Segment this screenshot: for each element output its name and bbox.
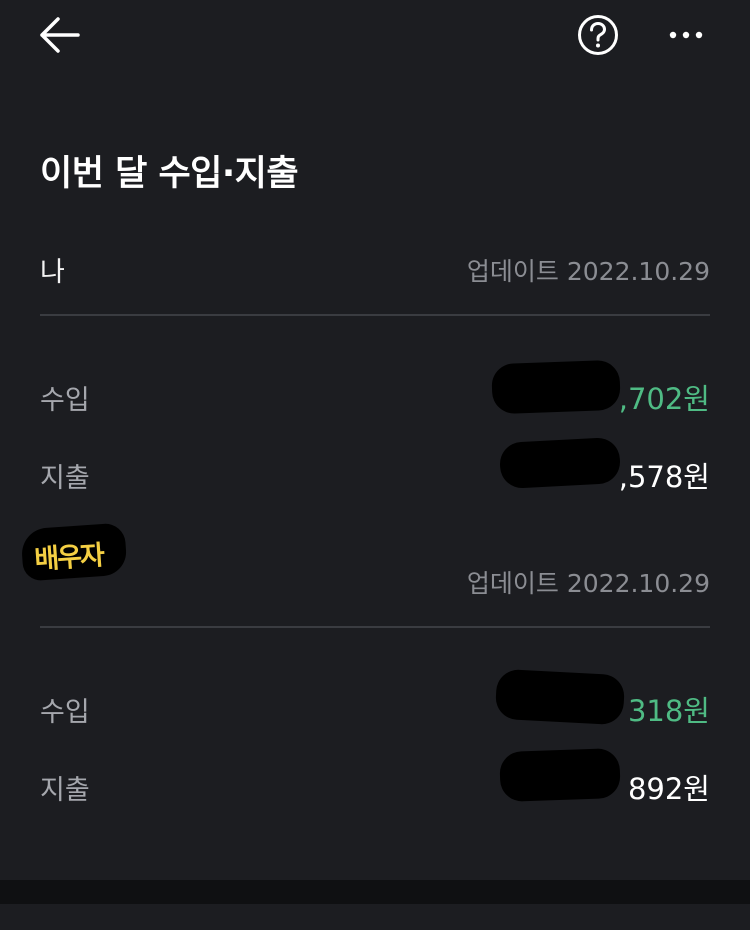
top-navigation-bar [0,0,750,72]
spouse-name-sticker: 배우자 [20,522,128,582]
divider [40,626,710,628]
expense-label: 지출 [40,775,90,806]
help-button[interactable] [576,14,620,58]
income-label: 수입 [40,697,90,728]
expense-label: 지출 [40,463,90,494]
owner-label: 배우자 [33,540,104,576]
back-button[interactable] [38,14,82,58]
more-options-button[interactable] [664,14,708,58]
divider [40,314,710,316]
income-amount: 318원 [627,694,710,728]
redaction-mark [491,359,621,415]
section-header: 나 업데이트 2022.10.29 [40,236,710,316]
member-section-me: 나 업데이트 2022.10.29 수입 ,702원 지출 ,578원 [40,236,710,514]
expense-row[interactable]: 지출 ,578원 [40,436,710,514]
income-label: 수입 [40,385,90,416]
redaction-mark [494,668,626,726]
expense-amount: ,578원 [618,460,710,494]
income-amount: ,702원 [618,382,710,416]
next-section-area [0,904,750,930]
update-date: 업데이트 2022.10.29 [466,569,710,598]
arrow-left-icon [40,17,80,53]
income-row[interactable]: 수입 318원 [40,668,710,748]
page-title: 이번 달 수입·지출 [40,154,299,194]
redaction-mark [499,747,621,803]
expense-amount: 892원 [627,772,710,806]
section-separator [0,880,750,904]
more-horizontal-icon [669,31,703,39]
member-section-spouse: 배우자 업데이트 2022.10.29 수입 318원 지출 892원 [20,522,710,826]
question-circle-icon [578,15,618,55]
expense-row[interactable]: 지출 892원 [40,747,710,826]
redaction-mark [498,436,622,490]
income-row[interactable]: 수입 ,702원 [40,358,710,436]
owner-label: 나 [40,257,65,288]
update-date: 업데이트 2022.10.29 [466,257,710,286]
section-header: 배우자 업데이트 2022.10.29 [20,522,710,628]
